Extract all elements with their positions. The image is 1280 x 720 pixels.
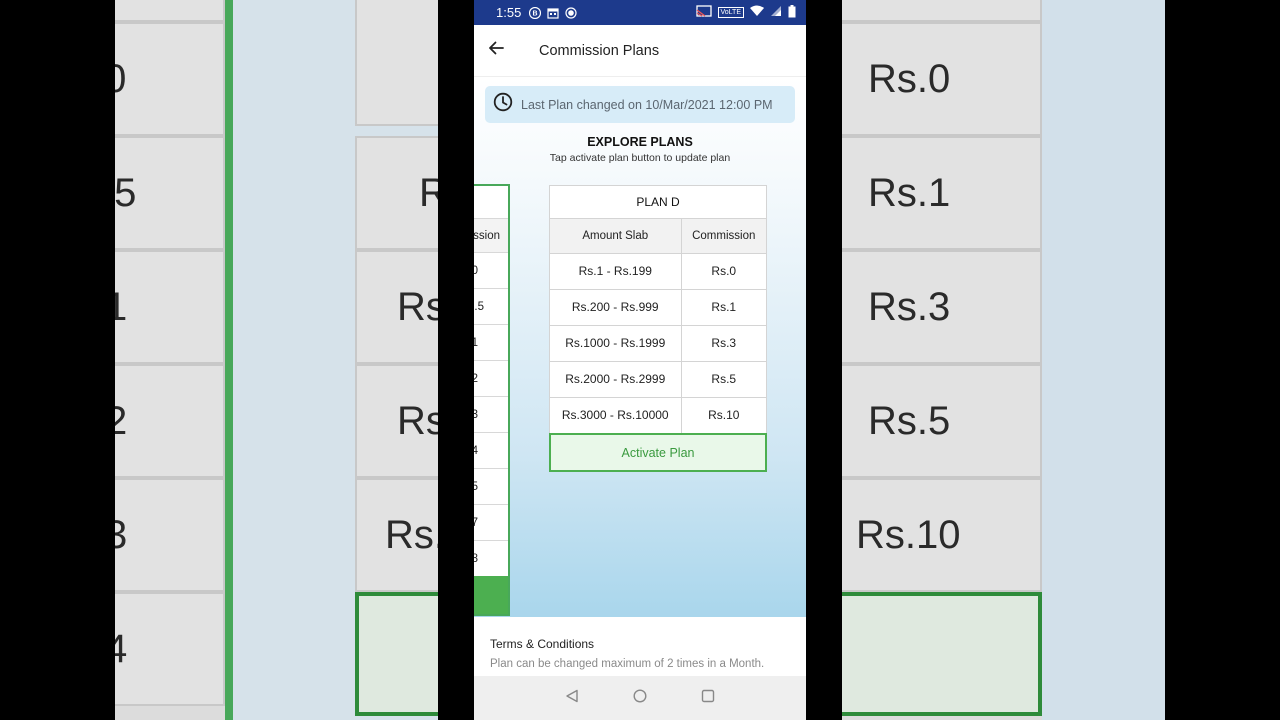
amount-slab-cell: Rs.1000 - Rs.1999 (550, 325, 682, 362)
bg-cell: Rs.5 (842, 364, 1042, 478)
calendar-icon (547, 7, 559, 19)
status-time: 1:55 (496, 5, 522, 20)
table-row: 3 (474, 397, 508, 433)
amount-slab-cell: Rs.2000 - Rs.2999 (550, 361, 682, 398)
table-row: .5 (474, 289, 508, 325)
prev-plan-card[interactable]: ssion 0 .5 1 2 3 4 5 7 8 (474, 184, 510, 616)
activate-plan-button[interactable]: Activate Plan (549, 433, 767, 472)
notice-text: Last Plan changed on 10/Mar/2021 12:00 P… (521, 97, 773, 112)
bg-cell: Rs.0 (842, 22, 1042, 136)
status-right-icons: VoLTE (695, 4, 797, 21)
table-row: Rs.1000 - Rs.1999 Rs.3 (550, 325, 766, 362)
explore-title: EXPLORE PLANS (587, 135, 693, 149)
terms-text: Plan can be changed maximum of 2 times i… (490, 658, 765, 670)
amount-slab-cell: Rs.3000 - Rs.10000 (550, 397, 682, 433)
square-recents-icon (701, 689, 715, 708)
bg-cell: .5 (115, 136, 225, 250)
table-row: 0 (474, 253, 508, 289)
bg-cell: .0 (115, 22, 225, 136)
last-plan-notice: Last Plan changed on 10/Mar/2021 12:00 P… (485, 86, 795, 123)
bg-cell: Rs (355, 136, 438, 250)
bg-blue-area (1042, 0, 1165, 720)
table-row: 2 (474, 361, 508, 397)
circle-home-icon (633, 688, 647, 708)
cast-icon (695, 5, 712, 20)
table-row: 1 (474, 325, 508, 361)
bg-green-box (355, 592, 438, 716)
table-row: 4 (474, 433, 508, 469)
main-content[interactable]: Last Plan changed on 10/Mar/2021 12:00 P… (474, 77, 806, 617)
prev-plan-name-row (474, 186, 508, 219)
nav-home-button[interactable] (630, 688, 650, 708)
volte-icon: VoLTE (717, 7, 744, 18)
nav-recents-button[interactable] (698, 688, 718, 708)
bg-cell: 1 (115, 250, 225, 364)
bg-cell: Rs.3 (842, 250, 1042, 364)
b-icon: B (529, 6, 542, 19)
terms-section: Terms & Conditions Plan can be changed m… (474, 617, 806, 676)
table-row: 5 (474, 469, 508, 505)
table-row: Rs.2000 - Rs.2999 Rs.5 (550, 361, 766, 398)
bg-cell (355, 0, 438, 126)
status-bar: 1:55 B VoLTE (474, 0, 806, 25)
commission-cell: Rs.3 (681, 325, 766, 362)
arrow-left-icon (487, 39, 505, 62)
bg-cell: Rs.1 (842, 136, 1042, 250)
svg-text:B: B (533, 10, 538, 17)
table-row: Rs.200 - Rs.999 Rs.1 (550, 289, 766, 326)
column-header-commission: Commission (681, 219, 766, 254)
amount-slab-cell: Rs.1 - Rs.199 (550, 253, 682, 290)
clock-icon (493, 92, 513, 117)
bg-cell: Rs (355, 364, 438, 478)
terms-title: Terms & Conditions (490, 637, 595, 651)
phone-screen: 1:55 B VoLTE Commission Plans Last Plan … (474, 0, 806, 720)
background-left-panel: .0 .5 1 2 3 4 Rs Rs Rs Rs. (115, 0, 438, 720)
battery-icon (788, 4, 796, 21)
nav-back-button[interactable] (562, 688, 582, 708)
commission-cell: Rs.5 (681, 361, 766, 398)
bg-cell (115, 0, 225, 22)
back-button[interactable] (474, 25, 518, 77)
bg-green-border (225, 0, 233, 720)
table-header-row: Amount Slab Commission (550, 219, 766, 254)
column-header-amount-slab: Amount Slab (550, 219, 682, 254)
commission-cell: Rs.10 (708, 408, 740, 423)
amount-slab-cell: Rs.200 - Rs.999 (550, 289, 682, 326)
bg-green-box (842, 592, 1042, 716)
wifi-icon (750, 5, 764, 20)
commission-cell: Rs.0 (681, 253, 766, 290)
table-row: 7 (474, 505, 508, 541)
commission-cell: Rs.1 (681, 289, 766, 326)
table-row: Rs.1 - Rs.199 Rs.0 (550, 253, 766, 290)
page-title: Commission Plans (539, 42, 660, 59)
bg-cell (842, 0, 1042, 22)
explore-subtitle: Tap activate plan button to update plan (549, 152, 731, 164)
bg-cell: 3 (115, 478, 225, 592)
prev-activate-button[interactable] (474, 576, 508, 614)
bg-cell: 2 (115, 364, 225, 478)
bg-cell: 4 (115, 592, 225, 706)
table-row: Rs.3000 - Rs.10000 Rs.10 (550, 397, 766, 433)
plan-table: Amount Slab Commission Rs.1 - Rs.199 Rs.… (550, 219, 766, 433)
triangle-back-icon (565, 689, 579, 708)
plan-name: PLAN D (550, 186, 766, 219)
bg-cell: Rs. (355, 478, 438, 592)
bg-cell: Rs (355, 250, 438, 364)
table-row: 8 (474, 541, 508, 577)
system-nav-bar (474, 676, 806, 720)
app-bar: Commission Plans (474, 25, 806, 77)
background-right-panel: Rs.0 Rs.1 Rs.3 Rs.5 Rs.10 (842, 0, 1165, 720)
signal-icon (770, 5, 782, 20)
prev-plan-header-row: ssion (474, 219, 508, 253)
plan-card: PLAN D Amount Slab Commission Rs.1 - Rs.… (549, 185, 767, 434)
bg-cell: Rs.10 (842, 478, 1042, 592)
record-icon (565, 6, 577, 19)
